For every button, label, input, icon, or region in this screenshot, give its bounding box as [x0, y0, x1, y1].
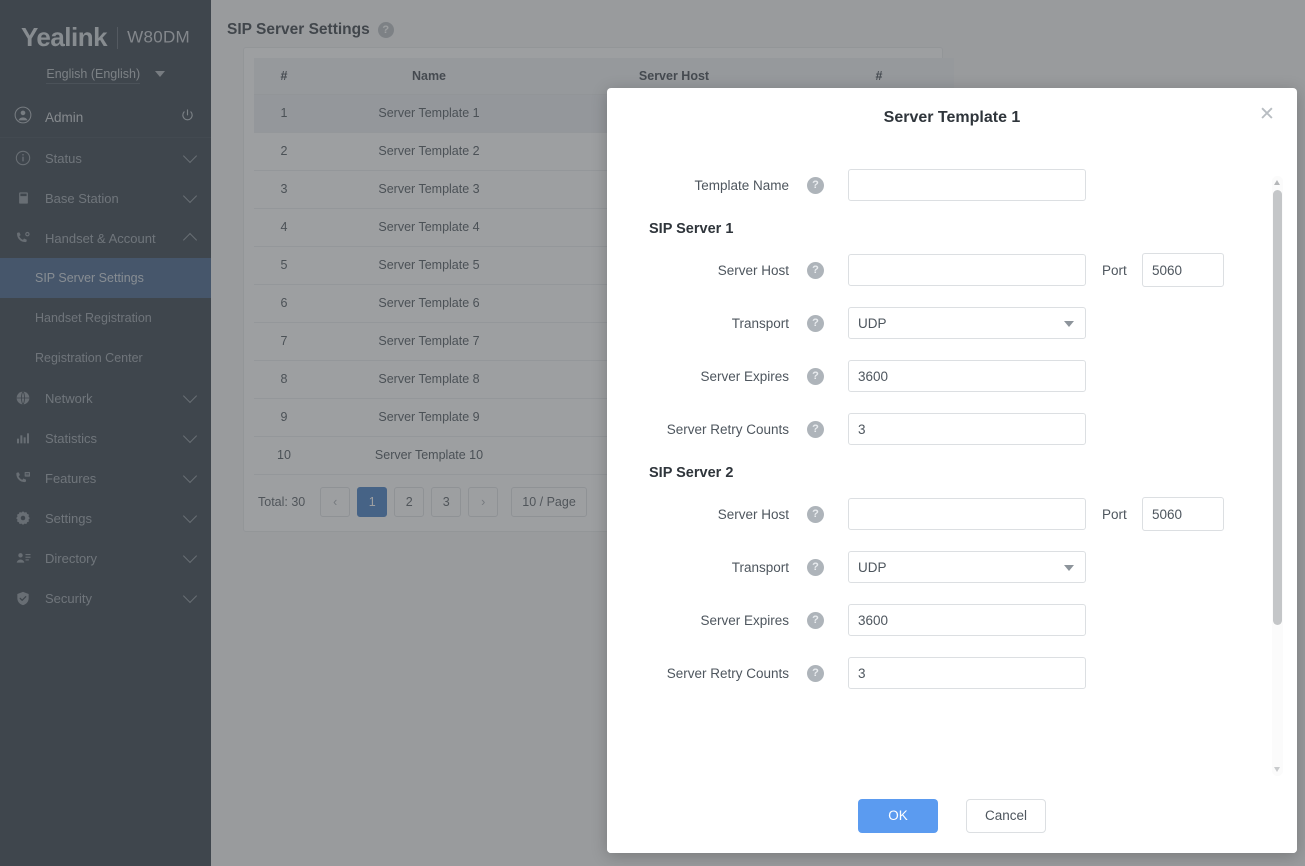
transport-select-1[interactable]: UDP: [848, 307, 1086, 339]
help-circle-icon[interactable]: ?: [807, 505, 824, 523]
server-retry-counts-input-1[interactable]: [848, 413, 1086, 445]
help-circle-icon[interactable]: ?: [807, 611, 824, 629]
field-label: Server Expires: [700, 368, 789, 384]
server-expires-input-2[interactable]: [848, 604, 1086, 636]
section-title-sip-server-2: SIP Server 2: [649, 465, 734, 481]
field-server-host-1: Server Host ? Port: [607, 253, 1257, 287]
section-title-sip-server-1: SIP Server 1: [649, 221, 734, 237]
ok-button[interactable]: OK: [858, 798, 938, 833]
cancel-button[interactable]: Cancel: [966, 798, 1046, 833]
field-server-expires-2: Server Expires ?: [607, 603, 1257, 637]
dialog-scrollbar[interactable]: [1272, 176, 1283, 776]
port-input-1[interactable]: [1142, 253, 1224, 287]
field-label: Server Retry Counts: [666, 421, 789, 437]
dialog-header: Server Template 1 ✕: [607, 88, 1297, 148]
template-name-input[interactable]: [848, 169, 1086, 201]
help-circle-icon[interactable]: ?: [807, 420, 824, 438]
chevron-down-icon: [1064, 565, 1074, 571]
field-label: Server Host: [717, 262, 789, 278]
field-template-name: Template Name ?: [607, 168, 1257, 202]
field-transport-1: Transport ? UDP: [607, 306, 1257, 340]
server-template-dialog: Server Template 1 ✕ Template Name ? SIP …: [607, 88, 1297, 853]
server-host-input-2[interactable]: [848, 498, 1086, 530]
scroll-down-arrow-icon[interactable]: [1274, 767, 1280, 772]
scrollbar-thumb[interactable]: [1273, 190, 1282, 625]
help-circle-icon[interactable]: ?: [807, 558, 824, 576]
help-circle-icon[interactable]: ?: [807, 261, 824, 279]
field-label: Server Host: [717, 506, 789, 522]
field-transport-2: Transport ? UDP: [607, 550, 1257, 584]
scroll-up-arrow-icon[interactable]: [1274, 180, 1280, 185]
help-circle-icon[interactable]: ?: [807, 367, 824, 385]
field-label: Server Expires: [700, 612, 789, 628]
field-server-retry-counts-2: Server Retry Counts ?: [607, 656, 1257, 690]
field-label: Server Retry Counts: [666, 665, 789, 681]
dialog-footer: OK Cancel: [607, 778, 1297, 853]
field-label: Transport: [731, 559, 789, 575]
dialog-title: Server Template 1: [883, 109, 1021, 126]
help-circle-icon[interactable]: ?: [807, 664, 824, 682]
server-expires-input-1[interactable]: [848, 360, 1086, 392]
transport-select-2[interactable]: UDP: [848, 551, 1086, 583]
transport-selected-value: UDP: [858, 559, 887, 575]
field-label: Transport: [731, 315, 789, 331]
port-input-2[interactable]: [1142, 497, 1224, 531]
port-label-2: Port: [1102, 506, 1127, 522]
field-server-expires-1: Server Expires ?: [607, 359, 1257, 393]
server-retry-counts-input-2[interactable]: [848, 657, 1086, 689]
close-icon[interactable]: ✕: [1257, 104, 1277, 124]
field-server-retry-counts-1: Server Retry Counts ?: [607, 412, 1257, 446]
field-server-host-2: Server Host ? Port: [607, 497, 1257, 531]
dialog-body: Template Name ? SIP Server 1 Server Host…: [607, 148, 1297, 853]
port-label-1: Port: [1102, 262, 1127, 278]
field-label: Template Name: [694, 177, 789, 193]
help-circle-icon[interactable]: ?: [807, 176, 824, 194]
server-host-input-1[interactable]: [848, 254, 1086, 286]
transport-selected-value: UDP: [858, 315, 887, 331]
app-root: YealinkW80DM English (English) Admin Sta…: [0, 0, 1305, 866]
chevron-down-icon: [1064, 321, 1074, 327]
help-circle-icon[interactable]: ?: [807, 314, 824, 332]
